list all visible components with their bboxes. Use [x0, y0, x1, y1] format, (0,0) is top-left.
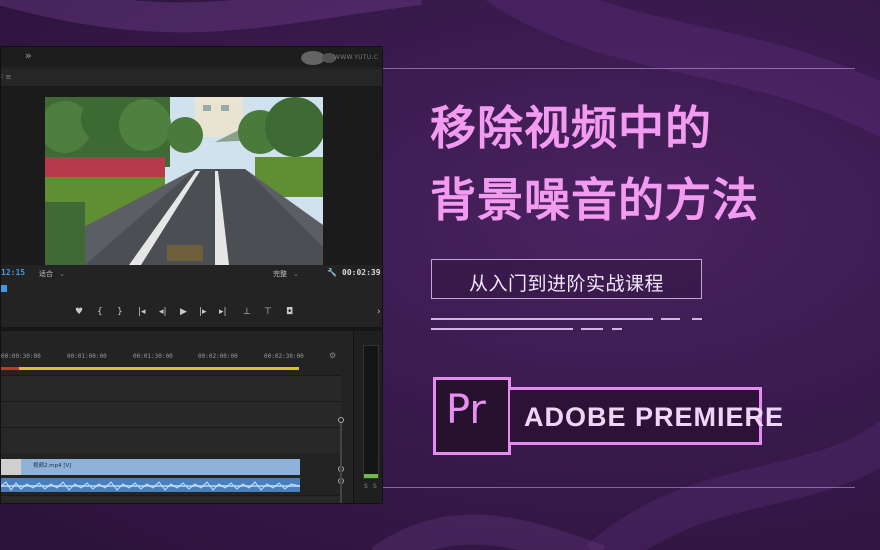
ruler-tick: 00:02:00:00	[198, 353, 238, 360]
render-bar	[1, 367, 19, 370]
top-divider-line	[383, 68, 855, 69]
decorative-dash	[661, 318, 680, 320]
subtitle-box: 从入门到进阶实战课程	[431, 259, 702, 299]
ruler-tick: 00:02:30:00	[264, 353, 304, 360]
timeline-track	[1, 495, 341, 503]
premiere-logo-text: Pr	[446, 387, 486, 433]
resolution-select[interactable]: 完整 ⌄	[273, 269, 299, 279]
meter-level	[364, 474, 378, 478]
decorative-dash	[612, 328, 622, 330]
mark-in-icon[interactable]: {	[97, 307, 103, 317]
headline-line-1: 移除视频中的	[430, 101, 712, 155]
go-to-in-icon[interactable]: |◂	[138, 307, 146, 317]
audio-meter-panel: S S	[353, 331, 382, 503]
extract-icon[interactable]: ⊤	[264, 307, 272, 317]
more-controls-icon[interactable]: ›	[377, 307, 381, 317]
software-name: ADOBE PREMIERE	[524, 402, 785, 432]
solo-button[interactable]: S	[373, 483, 377, 490]
bottom-divider-line	[383, 487, 855, 488]
ruler-tick: 00:00:30:00	[1, 353, 41, 360]
playhead-timecode[interactable]: 12:15	[1, 268, 25, 277]
timeline-track	[1, 401, 341, 427]
zoom-level-select[interactable]: 适合 ⌄	[39, 269, 65, 279]
video-clip-label: 视频2.mp4 [V]	[33, 463, 72, 469]
chevron-down-icon: ⌄	[293, 270, 299, 278]
work-area-bar[interactable]	[1, 367, 299, 370]
program-monitor	[1, 87, 382, 267]
program-monitor-header: ⁝ ≡	[1, 69, 382, 87]
play-icon[interactable]: ▶	[180, 307, 187, 317]
video-preview	[45, 97, 323, 265]
audio-level-meter	[363, 345, 379, 479]
premiere-logo: Pr	[433, 377, 511, 455]
camera-icon[interactable]: ◘	[286, 307, 293, 317]
audio-waveform-icon	[1, 481, 300, 491]
time-ruler[interactable]: 00:00:30:00 00:01:00:00 00:01:30:00 00:0…	[1, 351, 353, 367]
video-clip-prev[interactable]	[1, 459, 21, 475]
timeline-track	[1, 427, 341, 453]
headline-line-2: 背景噪音的方法	[430, 173, 759, 227]
audio-clip[interactable]	[1, 478, 300, 492]
software-name-box: ADOBE PREMIERE	[510, 387, 783, 445]
duration-timecode: 00:02:39:2	[342, 268, 382, 277]
settings-icon[interactable]: ⚙	[329, 351, 336, 360]
step-forward-icon[interactable]: |▸	[199, 307, 207, 317]
solo-button[interactable]: S	[364, 483, 368, 490]
step-back-icon[interactable]: ◂|	[159, 307, 167, 317]
timeline-track	[1, 375, 341, 401]
transport-controls: ♥ { } |◂ ◂| ▶ |▸ ▸| ⊥ ⊤ ◘ ›	[1, 303, 382, 325]
chevron-down-icon: ⌄	[59, 270, 65, 278]
timeline-panel: 00:00:30:00 00:01:00:00 00:01:30:00 00:0…	[1, 331, 353, 503]
monitor-scrub-bar[interactable]	[1, 285, 382, 299]
vertical-scrollbar[interactable]	[340, 423, 342, 503]
lift-icon[interactable]: ⊥	[243, 307, 251, 317]
monitor-control-bar: 12:15 适合 ⌄ 完整 ⌄ 🔧 00:02:39:2	[1, 265, 382, 285]
road-scene-image	[45, 97, 323, 265]
mark-out-icon[interactable]: }	[117, 307, 123, 317]
decorative-dash	[692, 318, 702, 320]
panel-overflow-chevron[interactable]: »	[25, 49, 32, 62]
go-to-out-icon[interactable]: ▸|	[219, 307, 227, 317]
wrench-icon[interactable]: 🔧	[327, 268, 337, 277]
watermark-logo	[301, 51, 336, 65]
ruler-tick: 00:01:00:00	[67, 353, 107, 360]
panel-menu-icon[interactable]: ⁝ ≡	[1, 73, 11, 81]
decorative-dash	[581, 328, 603, 330]
zoom-level-value: 适合	[39, 270, 53, 278]
decorative-dash	[431, 318, 653, 320]
subtitle-text: 从入门到进阶实战课程	[468, 273, 664, 295]
video-clip[interactable]: 视频2.mp4 [V]	[21, 459, 300, 475]
resolution-value: 完整	[273, 270, 287, 278]
ruler-tick: 00:01:30:00	[133, 353, 173, 360]
window-tab-bar: » WWW.YUTU.C	[1, 47, 382, 67]
watermark-url: WWW.YUTU.C	[334, 54, 379, 61]
decorative-dash	[431, 328, 573, 330]
premiere-window: » WWW.YUTU.C ⁝ ≡ 12:15 适合 ⌄ 完整 ⌄ 🔧 00:02…	[0, 46, 383, 504]
playhead-marker-icon[interactable]	[1, 285, 7, 292]
add-marker-icon[interactable]: ♥	[75, 307, 83, 317]
